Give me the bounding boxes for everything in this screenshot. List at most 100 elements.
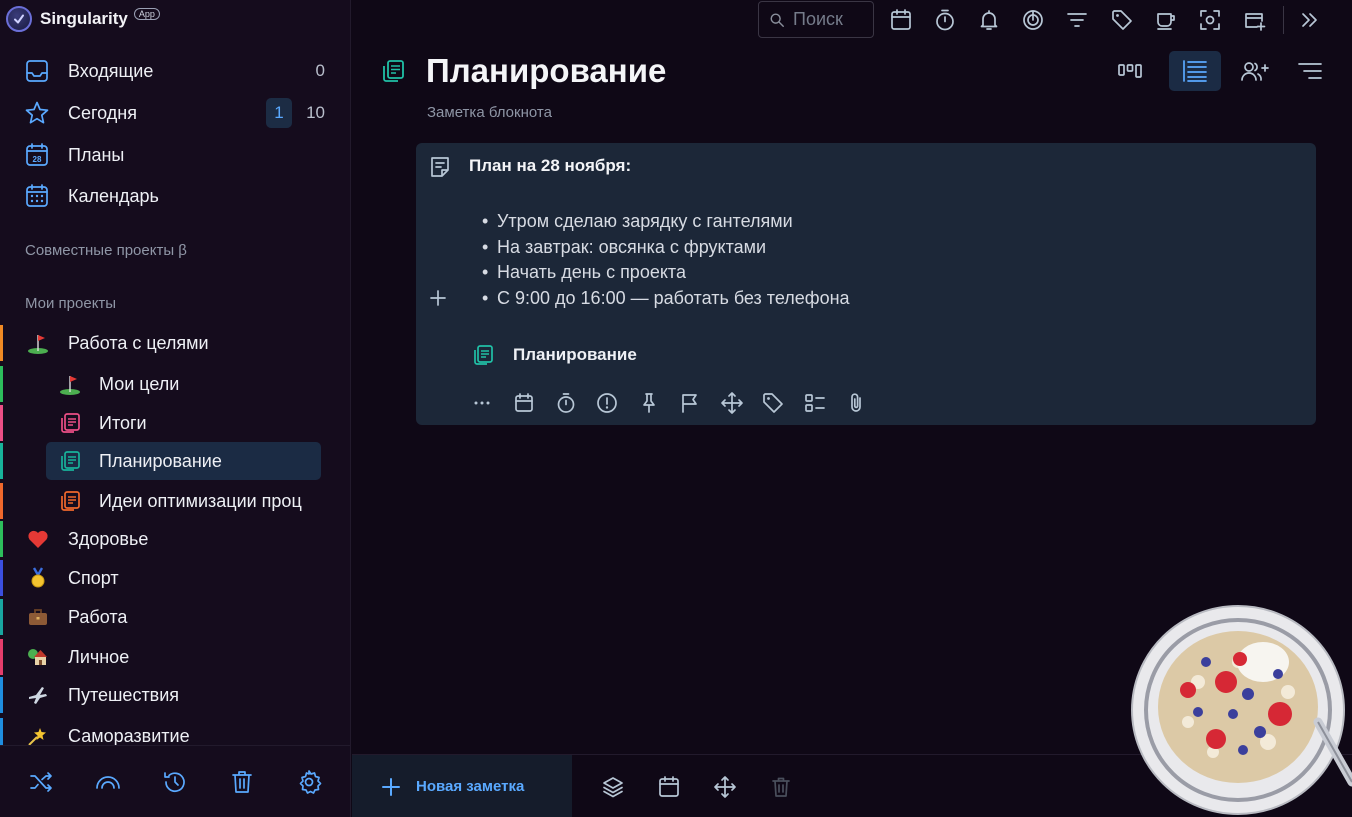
star-icon [25,101,49,124]
add-window-icon[interactable] [1242,8,1266,32]
scan-frame-icon[interactable] [1198,8,1222,32]
note-icon [58,411,82,435]
project-label: Личное [68,646,130,667]
project-health[interactable]: Здоровье [0,521,330,557]
calendar-icon[interactable] [512,391,536,415]
project-link[interactable]: Планирование [471,343,637,367]
heart-icon [26,527,50,551]
project-results[interactable]: Итоги [0,405,330,441]
project-color-bar [0,405,3,441]
search-box[interactable] [758,1,874,38]
history-icon[interactable] [161,768,189,796]
nav-today[interactable]: Сегодня 1 10 [24,96,330,130]
nav-calendar[interactable]: Календарь [24,179,330,213]
coffee-cup-icon[interactable] [1154,8,1178,32]
project-goals-work[interactable]: Работа с целями [0,325,330,361]
sort-button[interactable] [1284,51,1336,91]
project-my-goals[interactable]: Мои цели [0,366,330,402]
project-label: Планирование [99,450,222,471]
calendar-icon[interactable] [889,8,913,32]
move-arrows-icon[interactable] [713,775,737,799]
note-icon [380,58,406,84]
move-arrows-icon[interactable] [720,391,744,415]
sidebar-toolbar [0,745,351,817]
list-view-button[interactable] [1169,51,1221,91]
paperclip-icon[interactable] [844,391,868,415]
list-item: Начать день с проекта [482,260,850,286]
project-travel[interactable]: Путешествия [0,677,330,713]
nav-plans-label: Планы [68,144,125,165]
toolbar-divider [1283,6,1284,34]
timer-icon[interactable] [933,8,957,32]
tag-icon[interactable] [761,391,785,415]
rainbow-icon[interactable] [94,768,122,796]
house-icon [26,645,50,669]
sort-lines-icon [1298,63,1322,79]
list-item: На завтрак: овсянка с фруктами [482,235,850,261]
project-color-bar [0,521,3,557]
focus-target-icon[interactable] [1021,8,1045,32]
note-title[interactable]: План на 28 ноября: [469,156,631,176]
priority-icon[interactable] [595,391,619,415]
nav-inbox[interactable]: Входящие 0 [24,54,330,88]
new-note-button[interactable]: Новая заметка [352,755,572,817]
nav-plans[interactable]: 28 Планы [24,138,330,172]
project-optimization-ideas[interactable]: Идеи оптимизации проц [0,483,330,519]
project-label: Итоги [99,412,147,433]
project-label: Работа [68,606,128,627]
flag-icon[interactable] [678,391,702,415]
timer-icon[interactable] [554,391,578,415]
filter-icon[interactable] [1065,8,1089,32]
calendar-28-icon: 28 [26,143,48,166]
medal-icon [26,566,50,590]
new-note-label: Новая заметка [416,778,525,795]
add-block-icon[interactable] [429,289,447,307]
svg-text:28: 28 [33,155,42,164]
project-label: Здоровье [68,528,149,549]
project-label: Путешествия [68,684,180,705]
project-work[interactable]: Работа [0,599,330,635]
board-view-button[interactable] [1104,51,1156,91]
app-name: Singularity [40,9,128,28]
golf-flag-icon [58,372,82,396]
trash-icon[interactable] [228,768,256,796]
project-self-development[interactable]: Саморазвитие [0,718,330,745]
project-color-bar [0,366,3,402]
search-input[interactable] [793,9,873,30]
inbox-icon [26,60,48,82]
project-color-bar [0,718,3,745]
golf-flag-icon [26,331,50,355]
project-sport[interactable]: Спорт [0,560,330,596]
project-color-bar [0,443,3,479]
brand[interactable]: Singularity App [6,6,160,32]
note-bullet-list: Утром сделаю зарядку с гантелями На завт… [482,209,850,312]
more-dots-icon[interactable] [471,391,495,415]
settings-gear-icon[interactable] [295,768,323,796]
project-personal[interactable]: Личное [0,639,330,675]
search-icon [770,13,784,27]
pin-icon[interactable] [637,391,661,415]
project-label: Мои цели [99,373,180,394]
trash-disabled-icon[interactable] [769,775,793,799]
today-count: 10 [306,103,325,122]
note-icon [58,489,82,513]
list-item: Утром сделаю зарядку с гантелями [482,209,850,235]
note-card[interactable]: План на 28 ноября: Утром сделаю зарядку … [416,143,1316,425]
plus-icon [382,777,400,796]
layers-icon[interactable] [601,775,625,799]
expand-chevrons-icon[interactable] [1298,8,1322,32]
project-label: Идеи оптимизации проц [99,490,302,511]
project-color-bar [0,599,3,635]
calendar-icon[interactable] [657,775,681,799]
briefcase-icon [26,605,50,629]
checklist-icon[interactable] [803,391,827,415]
project-color-bar [0,483,3,519]
bell-icon[interactable] [977,8,1001,32]
share-users-button[interactable] [1229,51,1281,91]
tag-icon[interactable] [1110,8,1134,32]
shuffle-icon[interactable] [27,768,55,796]
project-planning[interactable]: Планирование [0,443,330,479]
shared-projects-title[interactable]: Совместные проекты β [25,242,187,259]
nav-inbox-label: Входящие [68,60,154,81]
project-link-label: Планирование [513,345,637,364]
